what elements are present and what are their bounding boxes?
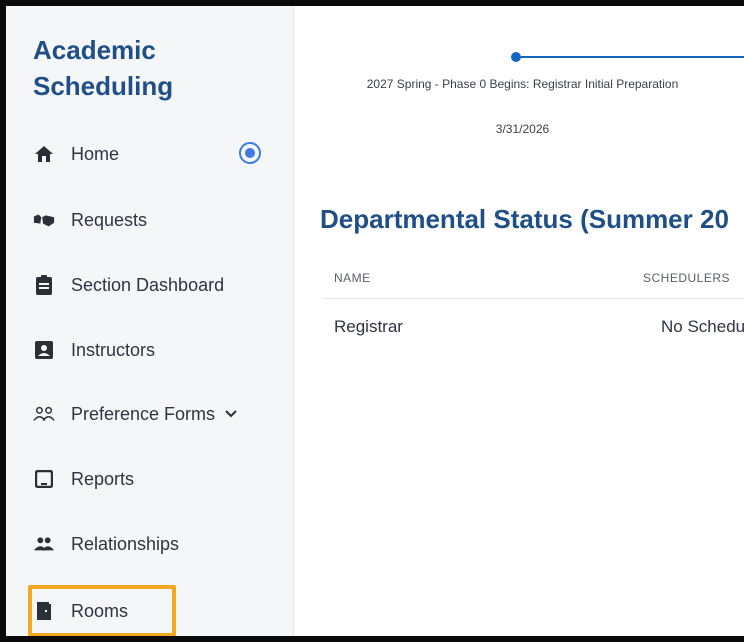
sidebar-item-instructors[interactable]: Instructors — [33, 332, 273, 368]
sidebar-item-requests[interactable]: Requests — [33, 202, 273, 238]
tablet-icon — [33, 468, 55, 490]
home-selected-radio[interactable] — [239, 142, 261, 164]
milestone-title: 2027 Spring - Phase 0 Begins: Registrar … — [366, 77, 679, 91]
sidebar-item-label: Home — [71, 143, 120, 164]
people-icon — [33, 533, 55, 555]
sidebar: Academic Scheduling Home Requests Sectio… — [6, 6, 294, 636]
sidebar-item-reports[interactable]: Reports — [33, 461, 273, 497]
home-icon — [33, 143, 55, 165]
sidebar-item-home[interactable]: Home — [33, 136, 273, 172]
column-header-name[interactable]: NAME — [334, 271, 371, 285]
chevron-down-icon[interactable] — [225, 407, 239, 421]
section-heading: Departmental Status (Summer 20 — [320, 204, 729, 234]
sidebar-item-label: Instructors — [71, 339, 156, 360]
milestone-date: 3/31/2026 — [495, 122, 550, 136]
sidebar-item-label: Preference Forms — [71, 403, 216, 424]
column-header-schedulers[interactable]: SCHEDULERS — [643, 271, 730, 285]
sidebar-item-preference-forms[interactable]: Preference Forms — [33, 396, 273, 432]
table-divider — [322, 298, 744, 299]
main-content: 2027 Spring - Phase 0 Begins: Registrar … — [295, 6, 744, 636]
sidebar-item-section-dashboard[interactable]: Section Dashboard — [33, 267, 273, 303]
sidebar-item-label: Requests — [71, 209, 148, 230]
app-title: Academic Scheduling — [33, 35, 174, 101]
sidebar-item-label: Relationships — [71, 533, 180, 554]
sidebar-item-label: Section Dashboard — [71, 274, 225, 295]
sidebar-item-relationships[interactable]: Relationships — [33, 526, 273, 562]
app-window: Academic Scheduling Home Requests Sectio… — [0, 0, 744, 642]
clipboard-icon — [33, 274, 55, 296]
table-cell-name[interactable]: Registrar — [334, 317, 403, 337]
people-outline-icon — [33, 403, 55, 425]
timeline-line — [521, 56, 744, 58]
table-cell-schedulers: No Schedul — [661, 317, 744, 336]
timeline-milestone-dot[interactable] — [511, 52, 521, 62]
rooms-highlight-box — [28, 585, 176, 636]
sidebar-item-label: Reports — [71, 468, 135, 489]
handshake-icon — [33, 209, 55, 231]
id-badge-icon — [33, 339, 55, 361]
